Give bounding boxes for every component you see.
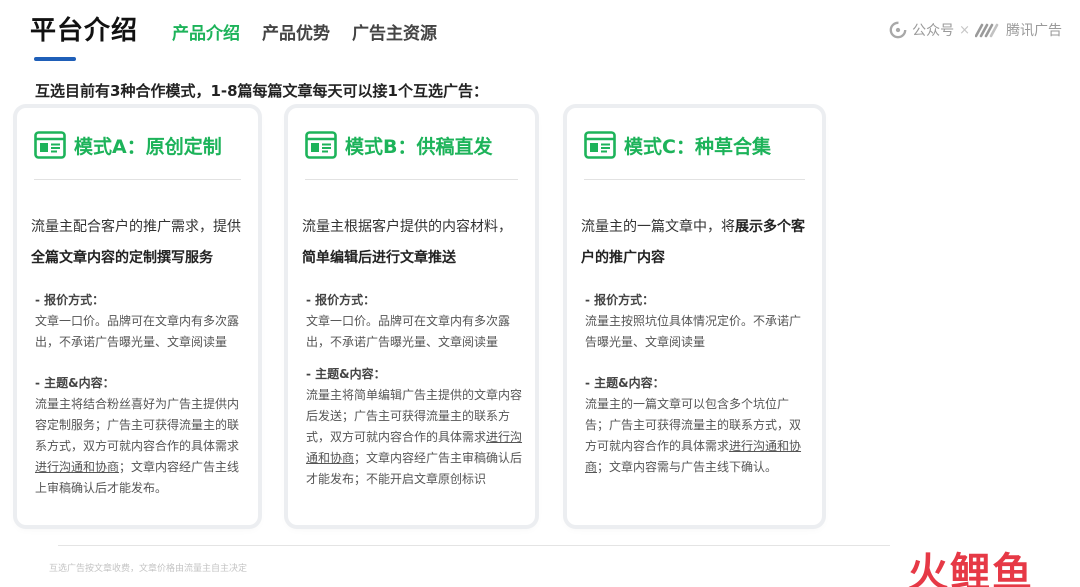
content-body: 流量主将结合粉丝喜好为广告主提供内容定制服务；广告主可获得流量主的联系方式，双方…: [35, 394, 248, 499]
card-header: 模式B：供稿直发: [305, 131, 492, 159]
brand-tencent-label: 腾讯广告: [1006, 23, 1062, 39]
wechat-mini-icon: [889, 21, 907, 39]
content-body: 流量主将简单编辑广告主提供的文章内容后发送；广告主可获得流量主的联系方式，双方可…: [306, 385, 525, 490]
pricing-section: - 报价方式： 文章一口价。品牌可在文章内有多次露出，不承诺广告曝光量、文章阅读…: [306, 290, 525, 353]
content-section: - 主题&内容： 流量主将结合粉丝喜好为广告主提供内容定制服务；广告主可获得流量…: [35, 373, 248, 499]
title-underline: [34, 57, 76, 61]
card-description: 流量主的一篇文章中，将展示多个客户的推广内容: [581, 212, 812, 274]
pricing-label: - 报价方式：: [585, 293, 655, 307]
card-description: 流量主配合客户的推广需求，提供 全篇文章内容的定制撰写服务: [31, 212, 248, 268]
content-section: - 主题&内容： 流量主的一篇文章可以包含多个坑位广告；广告主可获得流量主的联系…: [585, 373, 812, 478]
nav-tabs: 产品介绍 产品优势 广告主资源: [172, 19, 437, 44]
browser-window-icon: [584, 131, 616, 159]
pricing-section: - 报价方式： 文章一口价。品牌可在文章内有多次露出，不承诺广告曝光量、文章阅读…: [35, 290, 248, 353]
browser-window-icon: [305, 131, 337, 159]
content-underlined: 进行沟通和协商: [35, 460, 120, 474]
content-body: 流量主的一篇文章可以包含多个坑位广告；广告主可获得流量主的联系方式，双方可就内容…: [585, 394, 812, 478]
pricing-body: 流量主按照坑位具体情况定价。不承诺广告曝光量、文章阅读量: [585, 314, 802, 349]
pricing-body: 文章一口价。品牌可在文章内有多次露出，不承诺广告曝光量、文章阅读量: [306, 314, 511, 349]
desc-plain: 流量主的一篇文章中，将: [581, 219, 735, 235]
tab-product-intro[interactable]: 产品介绍: [172, 19, 240, 44]
tab-product-advantages[interactable]: 产品优势: [262, 19, 330, 44]
mode-card-b: 模式B：供稿直发 流量主根据客户提供的内容材料， 简单编辑后进行文章推送 - 报…: [288, 108, 535, 525]
brand-wechat-label: 公众号: [912, 23, 955, 39]
footer-divider: [58, 545, 890, 546]
pricing-body: 文章一口价。品牌可在文章内有多次露出，不承诺广告曝光量、文章阅读量: [35, 314, 240, 349]
mode-card-a: 模式A：原创定制 流量主配合客户的推广需求，提供 全篇文章内容的定制撰写服务 -…: [17, 108, 258, 525]
brand-separator: ×: [959, 22, 970, 38]
mode-card-c: 模式C：种草合集 流量主的一篇文章中，将展示多个客户的推广内容 - 报价方式： …: [567, 108, 822, 525]
pricing-section: - 报价方式： 流量主按照坑位具体情况定价。不承诺广告曝光量、文章阅读量: [585, 290, 812, 353]
browser-window-icon: [34, 131, 66, 159]
card-title: 模式A：原创定制: [74, 135, 222, 158]
desc-bold: 简单编辑后进行文章推送: [302, 250, 456, 266]
card-description: 流量主根据客户提供的内容材料， 简单编辑后进行文章推送: [302, 212, 525, 274]
desc-plain: 流量主根据客户提供的内容材料，: [302, 219, 512, 235]
watermark-logo: 火鲤鱼: [908, 550, 1034, 587]
tencent-ads-icon: [975, 23, 999, 38]
desc-plain: 流量主配合客户的推广需求，提供: [31, 219, 241, 235]
card-divider: [584, 179, 805, 180]
intro-text: 互选目前有3种合作模式，1-8篇每篇文章每天可以接1个互选广告：: [35, 82, 488, 100]
pricing-label: - 报价方式：: [306, 293, 376, 307]
card-divider: [34, 179, 241, 180]
card-header: 模式A：原创定制: [34, 131, 222, 159]
desc-bold: 全篇文章内容的定制撰写服务: [31, 250, 213, 266]
content-section: - 主题&内容： 流量主将简单编辑广告主提供的文章内容后发送；广告主可获得流量主…: [306, 364, 525, 490]
page-title: 平台介绍: [30, 16, 139, 46]
card-title: 模式B：供稿直发: [345, 135, 493, 158]
content-text-end: ；文章内容需与广告主线下确认。: [597, 460, 778, 474]
content-label: - 主题&内容：: [306, 367, 386, 381]
card-title: 模式C：种草合集: [624, 135, 771, 158]
brand-lockup: 公众号 × 腾讯广告: [889, 20, 1062, 40]
card-divider: [305, 179, 518, 180]
tab-advertiser-resources[interactable]: 广告主资源: [352, 19, 437, 44]
content-label: - 主题&内容：: [35, 376, 115, 390]
footer-note: 互选广告按文章收费，文章价格由流量主自主决定: [49, 564, 248, 574]
content-text: 流量主将结合粉丝喜好为广告主提供内容定制服务；广告主可获得流量主的联系方式，双方…: [35, 397, 240, 453]
content-label: - 主题&内容：: [585, 376, 665, 390]
pricing-label: - 报价方式：: [35, 293, 105, 307]
card-header: 模式C：种草合集: [584, 131, 771, 159]
